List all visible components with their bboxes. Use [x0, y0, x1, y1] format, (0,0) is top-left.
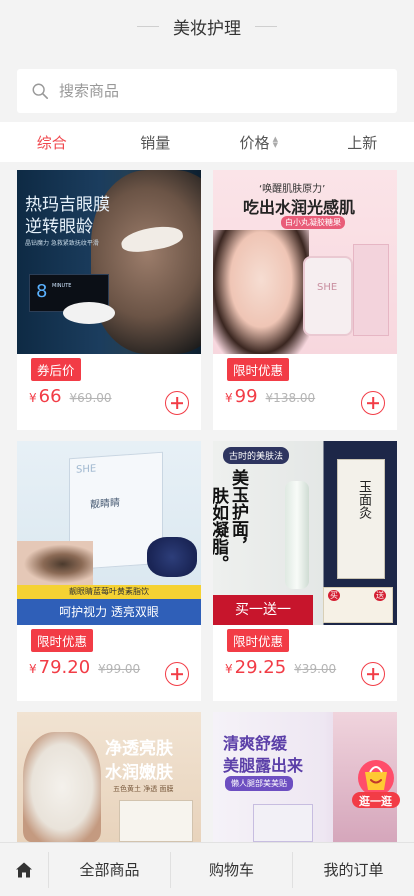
promo-badge: 限时优惠 [227, 629, 290, 652]
sort-arrows-icon: ▲ ▼ [272, 135, 278, 149]
tab-price[interactable]: 价格 ▲ ▼ [207, 122, 311, 162]
nav-all-products[interactable]: 全部商品 [48, 851, 170, 888]
brand-sub: MINUTE [52, 283, 72, 289]
product-image[interactable]: 古时的美肤法 美玉护面， 肤如凝脂。 玉面灸 买一送一 买 送 [213, 441, 397, 625]
tab-label: 上新 [347, 133, 378, 152]
tab-label: 价格 [239, 133, 270, 152]
box-label: 靓睛睛 [90, 497, 120, 511]
model-with-mask [23, 732, 101, 842]
brand-mark: SHE [317, 282, 338, 293]
page-title: 美妆护理 [173, 18, 241, 39]
product-image[interactable]: 净透亮肤 水润嫩肤 五色黄土 净透 面膜 [17, 712, 201, 842]
product-image[interactable]: ‘唤醒肌肤原力’ 吃出水润光感肌 白小丸凝胶糖果 SHE [213, 170, 397, 354]
product-card[interactable]: ‘唤醒肌肤原力’ 吃出水润光感肌 白小丸凝胶糖果 SHE 限时优惠 ¥ 99 ¥… [213, 170, 397, 430]
eye-closeup [17, 541, 93, 587]
image-subtext: 古时的美肤法 [223, 447, 290, 464]
original-price: ¥138.00 [265, 391, 316, 405]
title-right-divider [255, 25, 277, 27]
product-box [253, 804, 313, 842]
image-headline: 肤如凝脂。 [213, 487, 228, 572]
jade-roller [285, 481, 309, 589]
image-headline: 美玉护面， [228, 469, 248, 554]
image-headline: 呵护视力 透亮双眼 [17, 599, 201, 625]
gift-badge: 送 [374, 590, 386, 601]
price: ¥ 99 ¥138.00 [225, 386, 315, 407]
original-price: ¥69.00 [69, 391, 112, 405]
product-card[interactable]: 热玛吉眼膜 逆转眼龄 晶钻魔力 急救紧致抚纹平滑 8 MINUTE 券后价 ¥ … [17, 170, 201, 430]
image-headline: 吃出水润光感肌 [243, 198, 356, 217]
product-jar: SHE [303, 256, 353, 336]
image-subtext: 白小丸凝胶糖果 [281, 216, 345, 229]
current-price: 79.20 [38, 657, 91, 678]
header: 美妆护理 [0, 0, 414, 52]
image-headline: 买一送一 [213, 595, 313, 625]
current-price: 66 [38, 386, 62, 407]
title-left-divider [137, 25, 159, 27]
nav-home[interactable] [0, 860, 48, 880]
nav-cart[interactable]: 购物车 [170, 851, 292, 888]
currency-symbol: ¥ [29, 391, 37, 405]
sort-bar: 综合 销量 价格 ▲ ▼ 上新 [0, 122, 414, 162]
current-price: 99 [234, 386, 258, 407]
price: ¥ 66 ¥69.00 [29, 386, 112, 407]
buy-badge: 买 [328, 590, 340, 601]
product-card[interactable]: 古时的美肤法 美玉护面， 肤如凝脂。 玉面灸 买一送一 买 送 限时优惠 ¥ 2… [213, 441, 397, 701]
original-price: ¥99.00 [98, 662, 141, 676]
image-subtext: 靓眼睛蓝莓叶黄素脂饮 [17, 585, 201, 599]
price: ¥ 29.25 ¥39.00 [225, 657, 336, 678]
brand-mark: 8 [36, 281, 48, 302]
brand-mark: SHE [76, 463, 97, 476]
float-button-label: 逛一逛 [359, 795, 392, 808]
image-headline: 清爽舒缓 [223, 734, 288, 753]
product-image[interactable]: 靓睛睛 SHE 靓眼睛蓝莓叶黄素脂饮 呵护视力 透亮双眼 [17, 441, 201, 625]
add-to-cart-icon[interactable] [361, 391, 385, 415]
currency-symbol: ¥ [225, 662, 233, 676]
image-headline: 逆转眼龄 [25, 217, 93, 237]
bottom-nav: 全部商品 购物车 我的订单 [0, 842, 414, 896]
product-box [353, 244, 389, 336]
image-subtext: 懒人腿部美美贴 [225, 776, 293, 791]
image-subtext: 晶钻魔力 急救紧致抚纹平滑 [25, 240, 99, 247]
image-headline: 美腿露出来 [223, 756, 304, 775]
nav-my-orders[interactable]: 我的订单 [292, 851, 414, 888]
product-image[interactable]: 热玛吉眼膜 逆转眼龄 晶钻魔力 急救紧致抚纹平滑 8 MINUTE [17, 170, 201, 354]
product-card[interactable]: 靓睛睛 SHE 靓眼睛蓝莓叶黄素脂饮 呵护视力 透亮双眼 限时优惠 ¥ 79.2… [17, 441, 201, 701]
product-card[interactable]: 净透亮肤 水润嫩肤 五色黄土 净透 面膜 [17, 712, 201, 842]
tab-label: 综合 [36, 133, 67, 152]
add-to-cart-icon[interactable] [165, 662, 189, 686]
image-headline: 净透亮肤 [105, 739, 173, 759]
box-label: 玉面灸 [356, 480, 371, 519]
tab-label: 销量 [140, 133, 171, 152]
model-photo [213, 230, 309, 354]
image-subtext: 五色黄土 净透 面膜 [113, 785, 174, 793]
product-box [119, 800, 193, 842]
search-input[interactable] [59, 82, 379, 100]
tab-comprehensive[interactable]: 综合 [0, 122, 104, 162]
promo-badge: 限时优惠 [227, 358, 290, 381]
tab-sales[interactable]: 销量 [104, 122, 208, 162]
blueberries [147, 537, 197, 577]
current-price: 29.25 [234, 657, 287, 678]
search-box[interactable] [17, 69, 397, 113]
product-box: 玉面灸 [337, 459, 385, 579]
browse-float-button[interactable]: 逛一逛 [350, 758, 402, 810]
add-to-cart-icon[interactable] [361, 662, 385, 686]
gift-items: 买 送 [323, 587, 393, 623]
eye-patch-sample [63, 302, 115, 324]
tab-newest[interactable]: 上新 [311, 122, 414, 162]
original-price: ¥39.00 [294, 662, 337, 676]
promo-badge: 券后价 [31, 358, 81, 381]
image-headline: ‘唤醒肌肤原力’ [259, 184, 326, 195]
home-icon [16, 862, 32, 877]
search-icon [32, 83, 49, 100]
price: ¥ 79.20 ¥99.00 [29, 657, 140, 678]
add-to-cart-icon[interactable] [165, 391, 189, 415]
promo-badge: 限时优惠 [31, 629, 94, 652]
currency-symbol: ¥ [225, 391, 233, 405]
currency-symbol: ¥ [29, 662, 37, 676]
image-headline: 水润嫩肤 [105, 763, 173, 783]
